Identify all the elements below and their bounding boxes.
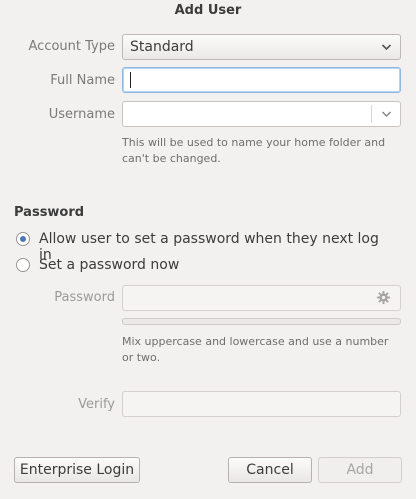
password-input[interactable] — [122, 285, 401, 311]
radio-button-unselected[interactable] — [16, 258, 30, 272]
password-hint: Mix uppercase and lowercase and use a nu… — [122, 335, 389, 364]
account-type-label: Account Type — [28, 39, 115, 54]
username-combo-input[interactable] — [122, 101, 401, 127]
cancel-button[interactable]: Cancel — [228, 457, 312, 483]
combo-separator — [371, 105, 372, 123]
enterprise-login-button[interactable]: Enterprise Login — [14, 457, 140, 483]
password-label: Password — [54, 290, 115, 305]
verify-label: Verify — [78, 397, 115, 412]
username-label: Username — [48, 107, 115, 122]
password-section-title: Password — [14, 205, 85, 220]
gear-icon[interactable] — [376, 290, 391, 309]
password-strength-bar — [122, 318, 401, 325]
username-hint: This will be used to name your home fold… — [122, 136, 386, 165]
chevron-down-icon — [381, 35, 392, 68]
full-name-label: Full Name — [50, 73, 115, 88]
radio-next-login[interactable]: Allow user to set a password when they n… — [16, 231, 386, 263]
dialog-title: Add User — [174, 3, 242, 18]
account-type-select[interactable]: Standard — [122, 34, 401, 60]
account-type-value: Standard — [130, 39, 194, 55]
add-button[interactable]: Add — [318, 457, 402, 483]
radio-set-now[interactable]: Set a password now — [16, 257, 216, 275]
full-name-input[interactable] — [122, 67, 401, 93]
radio-set-now-label: Set a password now — [39, 257, 180, 273]
radio-button-selected[interactable] — [16, 232, 30, 246]
verify-input[interactable] — [122, 391, 401, 417]
chevron-down-icon[interactable] — [381, 102, 392, 130]
text-caret — [130, 72, 131, 88]
